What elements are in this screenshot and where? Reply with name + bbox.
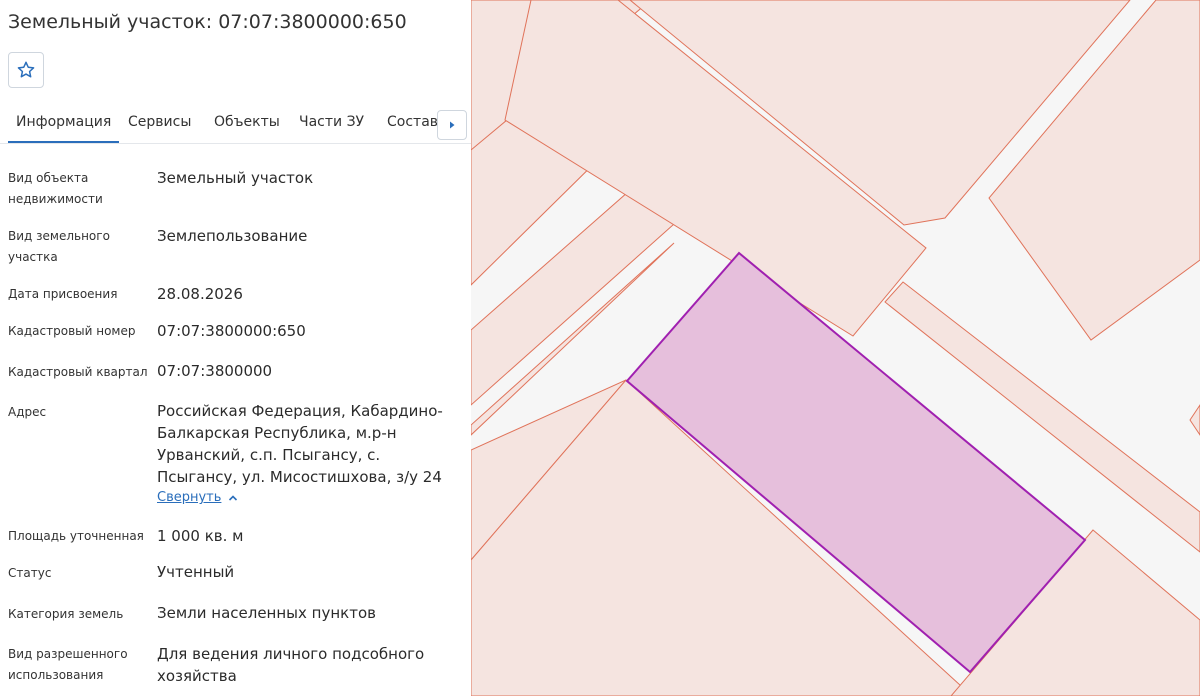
value-assign-date: 28.08.2026 bbox=[157, 285, 243, 303]
info-panel: Земельный участок: 07:07:3800000:650 Инф… bbox=[0, 0, 471, 696]
tab-services[interactable]: Сервисы bbox=[128, 102, 191, 143]
page-title: Земельный участок: 07:07:3800000:650 bbox=[8, 11, 407, 33]
caret-right-icon bbox=[450, 121, 455, 129]
favorite-button[interactable] bbox=[8, 52, 44, 88]
value-land-category: Земли населенных пунктов bbox=[157, 604, 376, 622]
chevron-up-icon bbox=[229, 494, 238, 501]
value-parcel-kind: Землепользование bbox=[157, 227, 308, 245]
label-assign-date: Дата присвоения bbox=[8, 287, 118, 301]
label-status: Статус bbox=[8, 566, 52, 580]
tab-composition[interactable]: Состав bbox=[387, 102, 438, 143]
value-area: 1 000 кв. м bbox=[157, 527, 244, 545]
value-status: Учтенный bbox=[157, 563, 235, 581]
label-cadastral-number: Кадастровый номер bbox=[8, 324, 136, 338]
label-address: Адрес bbox=[8, 405, 47, 419]
label-area: Площадь уточненная bbox=[8, 529, 144, 543]
label-object-type: Вид объекта недвижимости bbox=[8, 171, 103, 206]
cadastral-map[interactable] bbox=[471, 0, 1200, 696]
value-address: Российская Федерация, Кабардино-Балкарск… bbox=[157, 402, 443, 486]
star-icon bbox=[17, 61, 35, 78]
label-permitted-use: Вид разрешенного использования bbox=[8, 647, 128, 682]
tab-objects[interactable]: Объекты bbox=[214, 102, 280, 143]
label-land-category: Категория земель bbox=[8, 607, 124, 621]
map-canvas[interactable] bbox=[471, 0, 1200, 696]
tab-information[interactable]: Информация bbox=[8, 102, 120, 143]
collapse-address-link[interactable]: Свернуть bbox=[157, 490, 239, 505]
value-permitted-use: Для ведения личного подсобного хозяйства bbox=[157, 645, 425, 685]
value-cadastral-quarter: 07:07:3800000 bbox=[157, 362, 273, 380]
label-parcel-kind: Вид земельного участка bbox=[8, 229, 110, 264]
label-cadastral-quarter: Кадастровый квартал bbox=[8, 365, 148, 379]
tabs-next-button[interactable] bbox=[437, 110, 467, 140]
value-cadastral-number: 07:07:3800000:650 bbox=[157, 322, 306, 340]
collapse-label: Свернуть bbox=[157, 490, 222, 505]
value-object-type: Земельный участок bbox=[157, 169, 314, 187]
tab-parts[interactable]: Части ЗУ bbox=[299, 102, 364, 143]
tab-bar: Информация Сервисы Объекты Части ЗУ Сост… bbox=[0, 102, 471, 144]
